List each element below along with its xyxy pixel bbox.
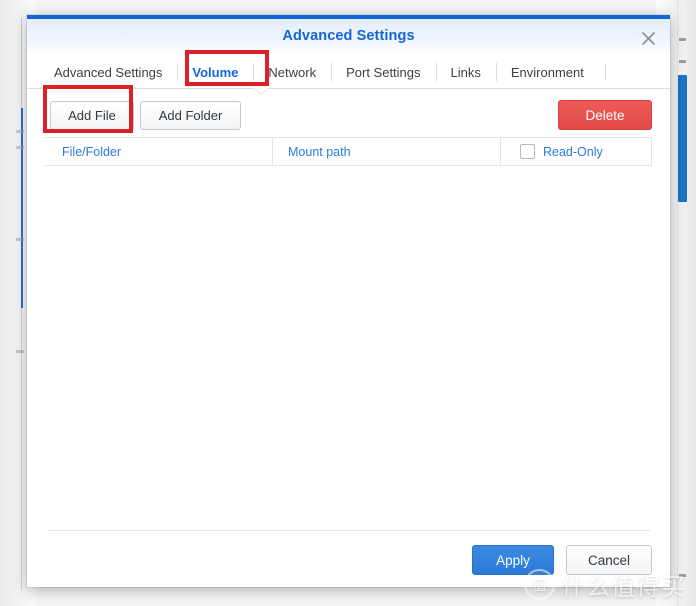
apply-button[interactable]: Apply [472, 545, 554, 575]
tab-advanced-settings[interactable]: Advanced Settings [39, 56, 177, 88]
tab-label: Volume [192, 64, 239, 80]
scrollbar-marker [679, 574, 686, 577]
add-file-button[interactable]: Add File [50, 101, 134, 130]
add-folder-button[interactable]: Add Folder [140, 101, 241, 130]
tab-label: Environment [510, 64, 584, 80]
background-tick [16, 130, 24, 133]
column-label: File/Folder [62, 144, 122, 159]
tab-volume[interactable]: Volume [177, 56, 254, 88]
background-blue-rule [21, 108, 23, 308]
page-title: Advanced Settings [282, 28, 415, 44]
active-tab-pointer [254, 88, 268, 94]
background-tick [16, 350, 24, 353]
delete-label: Delete [585, 107, 625, 123]
tab-label: Advanced Settings [54, 64, 163, 80]
tab-network[interactable]: Network [253, 56, 331, 88]
volume-table-body [45, 166, 652, 519]
column-label: Mount path [288, 144, 351, 159]
column-header-mount-path[interactable]: Mount path [272, 138, 500, 165]
volume-toolbar: Add File Add Folder Delete [27, 89, 670, 137]
column-label: Read-Only [543, 144, 603, 159]
screen: Advanced Settings Advanced Settings Volu… [0, 0, 696, 606]
dialog-titlebar: Advanced Settings [27, 19, 670, 56]
background-tick [16, 146, 24, 149]
close-icon[interactable] [636, 26, 660, 50]
tab-port-settings[interactable]: Port Settings [331, 56, 435, 88]
background-rule-top [21, 18, 22, 108]
tab-label: Port Settings [346, 64, 421, 80]
scrollbar-marker [679, 60, 686, 63]
background-tick [16, 238, 24, 241]
page-scrollbar-thumb[interactable] [678, 75, 687, 202]
cancel-button[interactable]: Cancel [566, 545, 652, 575]
volume-panel: Add File Add Folder Delete File/Folder M… [27, 89, 670, 587]
read-only-checkbox[interactable] [520, 144, 535, 159]
column-divider [651, 138, 652, 165]
cancel-label: Cancel [587, 552, 631, 568]
apply-label: Apply [496, 552, 530, 568]
scrollbar-marker [679, 38, 686, 41]
delete-button[interactable]: Delete [558, 100, 652, 130]
add-file-label: Add File [68, 108, 116, 123]
column-header-read-only[interactable]: Read-Only [500, 138, 652, 165]
tab-end-divider [604, 56, 606, 88]
tab-label: Links [450, 64, 481, 80]
volume-table-header: File/Folder Mount path Read-Only [45, 137, 652, 166]
advanced-settings-dialog: Advanced Settings Advanced Settings Volu… [27, 15, 670, 587]
tab-label: Network [268, 64, 317, 80]
footer-divider [47, 530, 650, 531]
tab-links[interactable]: Links [435, 56, 496, 88]
add-folder-label: Add Folder [158, 108, 223, 123]
column-header-file-folder[interactable]: File/Folder [45, 138, 272, 165]
tab-bar: Advanced Settings Volume Network Port Se… [27, 56, 670, 89]
tab-environment[interactable]: Environment [495, 56, 599, 88]
